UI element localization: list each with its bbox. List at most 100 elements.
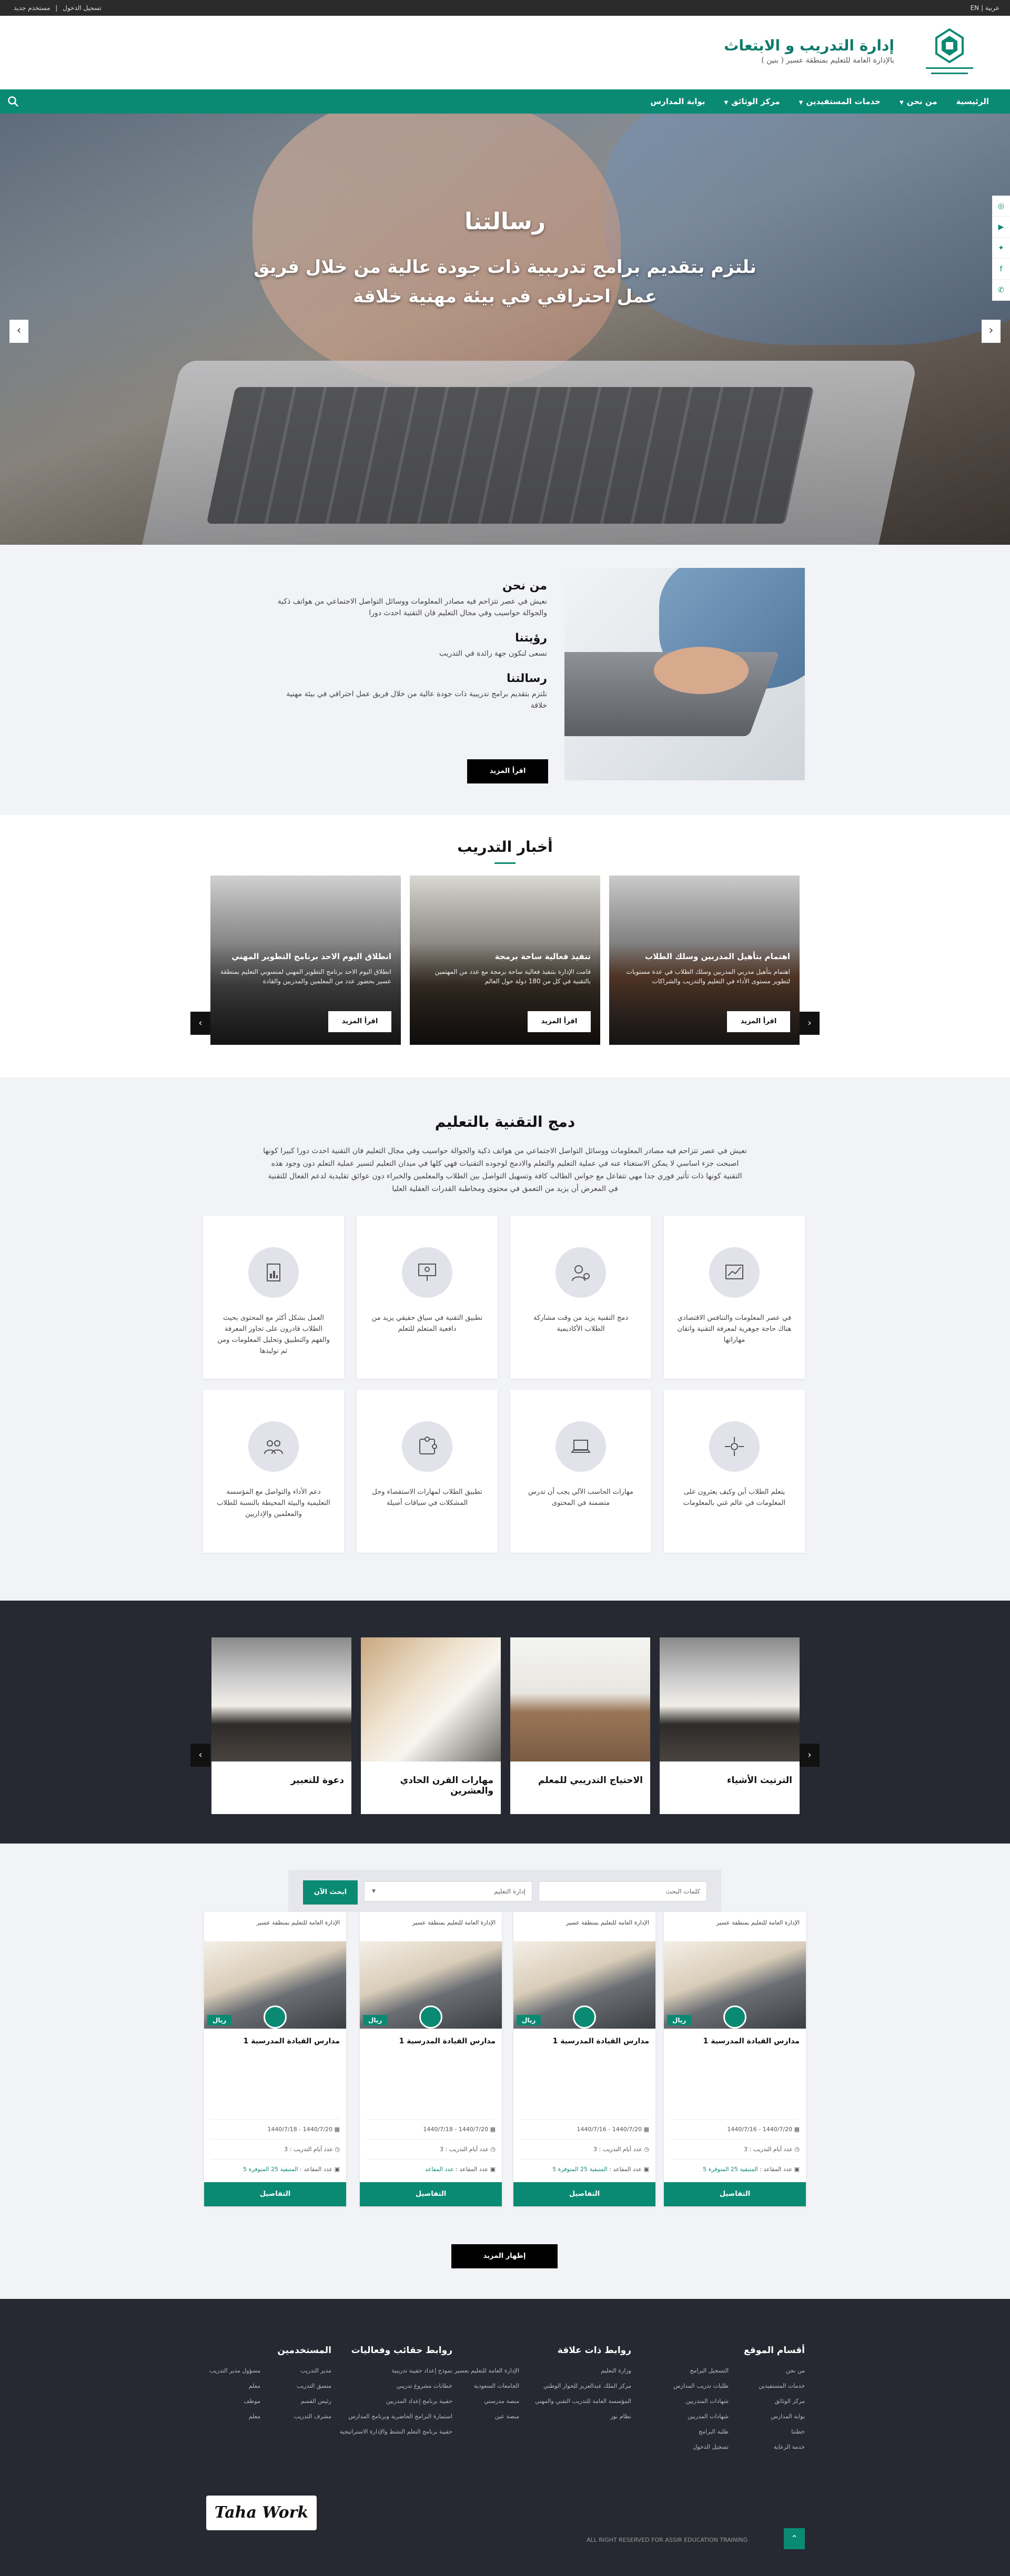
course-details-button[interactable]: التفاصيل [513,2182,655,2206]
footer-link[interactable]: خطتنا [744,2428,805,2435]
footer-link[interactable]: تسجيل الدخول [668,2443,729,2450]
course-slide-card[interactable]: الترتيث الأشياء [660,1637,800,1814]
course-dates: ▦ 1440/7/20 - 1440/7/16 [520,2119,649,2139]
footer-link[interactable]: مسؤول مدير التدريب [205,2367,260,2374]
nav-item-home[interactable]: الرئيسية [956,97,989,106]
course-photo [510,1637,650,1762]
hero-photo-arm [252,114,621,387]
course-emblem-icon [573,2005,596,2029]
nav-item-services[interactable]: خدمات المستفيدين▼ [799,97,881,106]
footer-link[interactable]: حقيبة برنامج إعداد المدربين [340,2398,452,2405]
language-switcher: EN | عربية [970,4,999,12]
site-logo-text[interactable]: إدارة التدريب و الابتعاث بالإدارة العامة… [724,37,894,65]
footer-link[interactable]: بوابة المدارس [744,2413,805,2420]
course-days: ◷ عدد أيام التدريب : 3 [520,2139,649,2159]
course-seats: ▣ عدد المقاعد : المتبقية 25 المتوفرة 5 [210,2159,340,2179]
course-title[interactable]: مدارس القيادة المدرسية 1 [366,2037,496,2045]
footer-link[interactable]: الإدارة العامة للتعليم بعسير [454,2367,519,2374]
footer-link[interactable]: موظف [205,2398,260,2405]
course-price-badge: ريال [363,2015,388,2025]
search-submit-button[interactable]: ابحث الآن [303,1880,358,1905]
footer-link[interactable]: استمارة البرامج الحاضرية وبرنامج المدارس [340,2413,452,2420]
footer-link[interactable]: الجامعات السعودية [454,2382,519,2389]
footer-link[interactable]: منسق التدريب [276,2382,331,2389]
footer-link[interactable]: من نحن [744,2367,805,2374]
footer-link[interactable]: منصة عين [454,2413,519,2420]
courses-prev-button[interactable]: ‹ [190,1744,210,1767]
course-slide-card[interactable]: دعوة للتعبير [211,1637,351,1814]
new-user-link[interactable]: مستخدم جديد [14,4,50,12]
footer-link[interactable]: منصة مدرستي [454,2398,519,2405]
youtube-icon[interactable]: ▶ [992,217,1010,238]
news-next-button[interactable]: › [800,1012,820,1035]
footer-link[interactable]: معلم [205,2382,260,2389]
footer-link[interactable]: شهادات المتدربين [668,2398,729,2405]
back-to-top-button[interactable]: ⌃ [784,2528,805,2549]
nav-item-schools-portal[interactable]: بوابة المدارس [650,97,705,106]
facebook-icon[interactable]: f [992,259,1010,280]
footer-link[interactable]: المؤسسة العامة للتدريب التقني والمهني [535,2398,631,2405]
footer-link[interactable]: حقيبة برنامج التعلم النشط والإدارة الاست… [340,2428,452,2435]
lang-en-link[interactable]: EN [971,4,979,12]
department-select[interactable]: إدارة التعليم ▼ [364,1881,532,1901]
search-icon[interactable] [7,96,19,107]
whatsapp-icon[interactable]: ✆ [992,280,1010,301]
course-details-button[interactable]: التفاصيل [664,2182,806,2206]
news-card[interactable]: اهتمام بتأهيل المدربين وسلك الطلاب اهتما… [609,875,800,1045]
news-read-more-button[interactable]: اقرأ المزيد [528,1011,591,1032]
footer-link[interactable]: مركز الملك عبدالعزيز للحوار الوطني [535,2382,631,2389]
footer-link[interactable]: مشرف التدريب [276,2413,331,2420]
hero-prev-button[interactable]: ‹ [9,320,28,343]
nav-item-about[interactable]: من نحن▼ [900,97,937,106]
footer-column-title: روابط حقائب وفعاليات [351,2345,452,2356]
about-text: من نحن نعيش في عصر تتزاحم فيه مصادر المع… [274,579,547,724]
show-more-button[interactable]: إظهار المزيد [451,2244,558,2268]
course-emblem-icon [264,2005,287,2029]
course-slide-card[interactable]: مهارات القرن الحادي والعشرين [361,1637,501,1814]
footer-links: وزارة التعليم الإدارة العامة للتعليم بعس… [454,2367,631,2420]
footer-link[interactable]: نموذج إعداد حقيبة تدريبية [340,2367,452,2374]
footer-link[interactable]: شهادات المدربين [668,2413,729,2420]
keyword-search-input[interactable]: كلمات البحث [539,1881,707,1901]
news-read-more-button[interactable]: اقرأ المزيد [727,1011,790,1032]
login-link[interactable]: تسجيل الدخول [63,4,102,12]
footer-link[interactable]: طلبات تدريب المدارس [668,2382,729,2389]
course-details-button[interactable]: التفاصيل [360,2182,502,2206]
news-read-more-button[interactable]: اقرأ المزيد [328,1011,391,1032]
instagram-icon[interactable]: ◎ [992,196,1010,217]
footer-link[interactable]: مدير التدريب [276,2367,331,2374]
news-prev-button[interactable]: ‹ [190,1012,210,1035]
footer-column-title: أقسام الموقع [743,2345,805,2356]
nav-item-documents[interactable]: مركز الوثائق▼ [724,97,780,106]
course-photo [660,1637,800,1762]
footer-link[interactable]: نظام نور [535,2413,631,2420]
course-days: ◷ عدد أيام التدريب : 3 [670,2139,800,2159]
courses-next-button[interactable]: › [800,1744,820,1767]
course-title[interactable]: مدارس القيادة المدرسية 1 [520,2037,649,2045]
twitter-icon[interactable]: ✦ [992,238,1010,259]
news-card[interactable]: تنفيذ فعالية ساحة برمجة قامت الإدارة بتن… [410,875,600,1045]
footer-link[interactable]: التسجيل البرامج [668,2367,729,2374]
footer-link[interactable]: رئيس القسم [276,2398,331,2405]
course-card: الإدارة العامة للتعليم بمنطقة عسير ريال … [204,1912,346,2206]
about-read-more-button[interactable]: اقرأ المزيد [467,759,548,783]
footer-link[interactable]: مركز الوثائق [744,2398,805,2405]
calendar-icon: ▦ [488,2126,496,2133]
course-price-badge: ريال [207,2015,232,2025]
hero-title: رسالتنا [464,208,546,235]
course-details-button[interactable]: التفاصيل [204,2182,346,2206]
course-slide-card[interactable]: الاحتياج التدريبي للمعلم [510,1637,650,1814]
footer-link[interactable]: وزارة التعليم [535,2367,631,2374]
course-title[interactable]: مدارس القيادة المدرسية 1 [670,2037,800,2045]
footer-link[interactable]: خدمات المستفيدين [744,2382,805,2389]
ministry-emblem-icon[interactable] [910,26,989,84]
news-card[interactable]: انطلاق اليوم الاحد برنامج التطوير المهني… [210,875,401,1045]
footer-link[interactable]: معلم [205,2413,260,2420]
course-photo [211,1637,351,1762]
footer-link[interactable]: طلبة البرامج [668,2428,729,2435]
hero-next-button[interactable]: › [982,320,1001,343]
footer-link[interactable]: خدمة الرعاية [744,2443,805,2450]
lang-ar-link[interactable]: عربية [985,4,999,12]
course-title[interactable]: مدارس القيادة المدرسية 1 [210,2037,340,2045]
footer-link[interactable]: خطابات مشروع تدريبي [340,2382,452,2389]
